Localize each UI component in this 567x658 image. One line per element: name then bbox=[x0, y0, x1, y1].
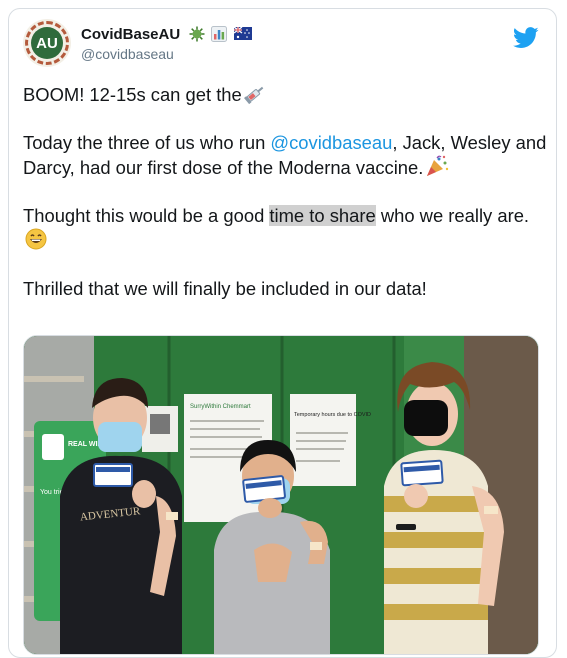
tweet-card[interactable]: AU CovidBaseAU @covidbaseau BOOM! 12-15s… bbox=[8, 8, 557, 658]
tweet-paragraph-2: Today the three of us who run @covidbase… bbox=[23, 132, 547, 178]
tweet-paragraph-1: BOOM! 12-15s can get the bbox=[23, 83, 548, 107]
syringe-icon bbox=[243, 86, 264, 104]
party-popper-icon bbox=[427, 155, 449, 176]
tweet-text: BOOM! 12-15s can get the Today the three… bbox=[23, 83, 548, 325]
tweet-paragraph-4: Thrilled that we will finally be include… bbox=[23, 278, 427, 299]
mention-link[interactable]: @covidbaseau bbox=[270, 132, 392, 153]
tweet-paragraph-3: Thought this would be a good time to sha… bbox=[23, 204, 548, 253]
name-block: CovidBaseAU @covidbaseau bbox=[81, 25, 254, 62]
sign-right-title: Temporary hours due to COVID bbox=[294, 412, 371, 418]
australia-flag-icon bbox=[233, 27, 252, 41]
avatar[interactable]: AU bbox=[23, 19, 71, 67]
bar-chart-icon bbox=[211, 25, 228, 42]
twitter-bird-icon[interactable] bbox=[513, 27, 539, 49]
avatar-text: AU bbox=[31, 27, 63, 59]
photo-scene: REAL WINTER DEFENCE You tried ency of Su… bbox=[24, 336, 538, 654]
grinning-face-icon bbox=[25, 228, 47, 250]
tweet-photo[interactable]: REAL WINTER DEFENCE You tried ency of Su… bbox=[23, 335, 539, 655]
virus-icon bbox=[189, 26, 205, 42]
tweet-header: AU CovidBaseAU @covidbaseau bbox=[23, 19, 543, 75]
text-selection: time to share bbox=[269, 205, 376, 226]
display-name[interactable]: CovidBaseAU bbox=[81, 26, 180, 43]
sign-left-title: SurryWithin Chemmart bbox=[190, 404, 251, 410]
user-handle[interactable]: @covidbaseau bbox=[81, 46, 254, 62]
name-badges bbox=[189, 25, 254, 43]
